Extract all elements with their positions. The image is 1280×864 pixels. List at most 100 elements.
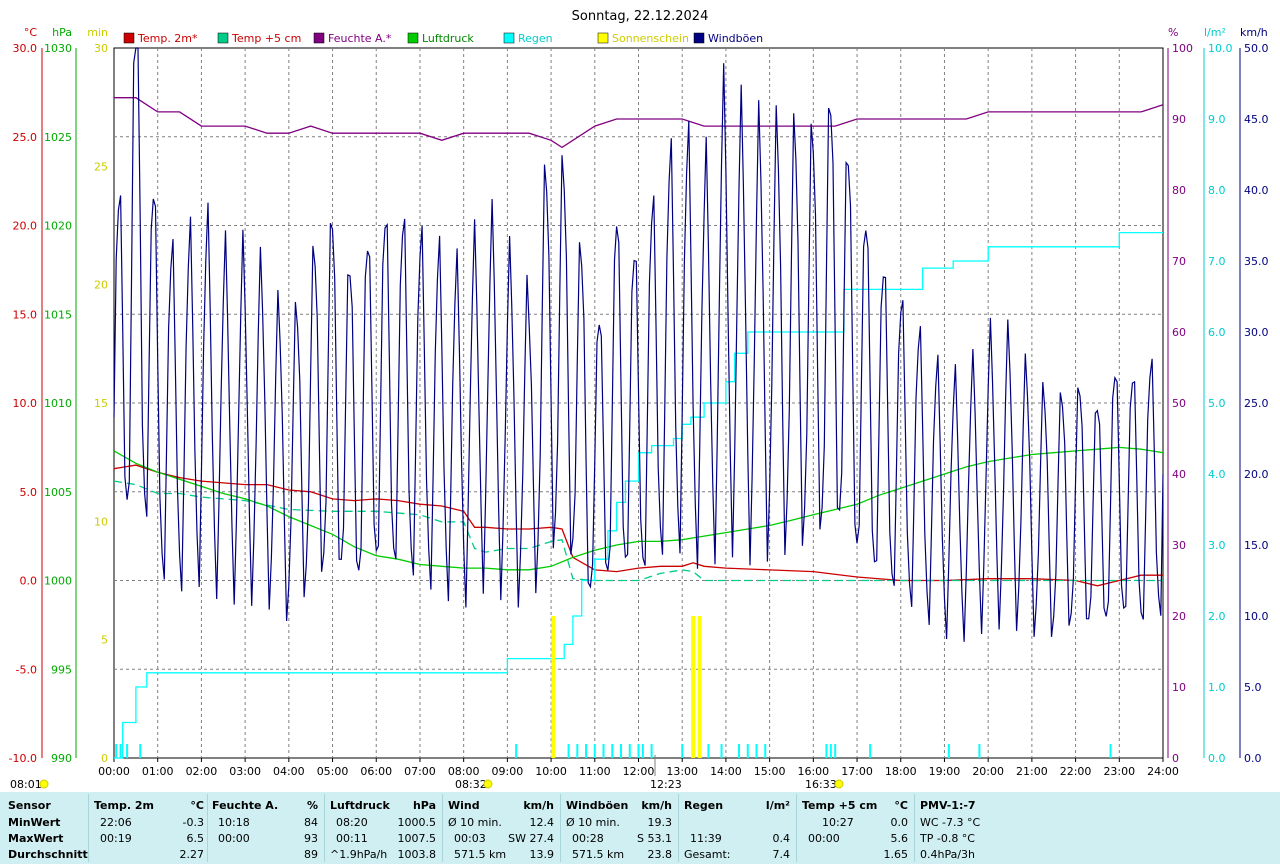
separator — [207, 794, 208, 862]
rain-tick-label: 5.0 — [1208, 397, 1226, 410]
sun_minutes-tick-label: 0 — [101, 752, 108, 765]
temp2m-max-value: 6.5 — [186, 832, 205, 845]
rain-tick — [119, 744, 122, 758]
rain-unit: l/m² — [765, 799, 790, 812]
temp2m-max-time: 00:19 — [100, 832, 132, 845]
summary-table: Sensor MinWert MaxWert Durchschnitt Temp… — [0, 792, 1280, 864]
wind-tick-label: 10.0 — [1244, 610, 1269, 623]
max-row-label: MaxWert — [8, 832, 64, 845]
noon-time: 12:23 — [650, 778, 682, 791]
humidity-unit: % — [306, 799, 318, 812]
x-tick-label: 11:00 — [579, 765, 611, 778]
temp5-min-time: 10:27 — [822, 816, 854, 829]
rain-tick — [602, 744, 605, 758]
rain-tick-label: 3.0 — [1208, 539, 1226, 552]
sunset-icon — [834, 779, 844, 789]
rain-tick — [567, 744, 570, 758]
x-tick-label: 19:00 — [929, 765, 961, 778]
wind-tick-label: 50.0 — [1244, 42, 1269, 55]
sun_minutes-tick-label: 15 — [94, 397, 108, 410]
humidity-tick-label: 10 — [1172, 681, 1186, 694]
wind-avg-value: 13.9 — [529, 848, 555, 861]
legend-label: Luftdruck — [422, 32, 474, 45]
pressure-tick-label: 1020 — [44, 220, 72, 233]
rain-tick — [720, 744, 723, 758]
pressure-min-value: 1000.5 — [397, 816, 437, 829]
rain-tick-label: 2.0 — [1208, 610, 1226, 623]
wind-min-value: 12.4 — [529, 816, 555, 829]
temp-tick-label: 15.0 — [13, 308, 38, 321]
pressure-max-time: 00:11 — [336, 832, 368, 845]
temp-tick-label: -10.0 — [9, 752, 37, 765]
gusts-min-time: Ø 10 min. — [566, 816, 620, 829]
separator — [914, 794, 915, 862]
separator — [324, 794, 325, 862]
x-tick-label: 06:00 — [360, 765, 392, 778]
gusts-header: Windböen — [566, 799, 629, 812]
rain-tick — [755, 744, 758, 758]
rain-tick — [1109, 744, 1112, 758]
pmv-windchill: WC -7.3 °C — [920, 816, 981, 829]
sun_minutes-tick-label: 5 — [101, 634, 108, 647]
pmv-header: PMV-1:-7 — [920, 799, 976, 812]
legend-swatch — [217, 32, 229, 44]
sunshine-bar — [691, 616, 696, 758]
rain-start-time: 08:32 — [455, 778, 487, 791]
humidity-tick-label: 50 — [1172, 397, 1186, 410]
separator — [88, 794, 89, 862]
x-tick-label: 07:00 — [404, 765, 436, 778]
temp-tick-label: 30.0 — [13, 42, 38, 55]
x-tick-label: 18:00 — [885, 765, 917, 778]
wind-distance: 571.5 km — [454, 848, 507, 861]
humidity-tick-label: 40 — [1172, 468, 1186, 481]
legend-label: Feuchte A.* — [328, 32, 392, 45]
sunrise-time: 08:01 — [10, 778, 42, 791]
rain-tick-label: 1.0 — [1208, 681, 1226, 694]
rain-tick — [139, 744, 142, 758]
humidity-tick-label: 70 — [1172, 255, 1186, 268]
rain-tick-label: 7.0 — [1208, 255, 1226, 268]
x-tick-label: 20:00 — [972, 765, 1004, 778]
rain-total-label: Gesamt: — [684, 848, 731, 861]
temp-tick-label: 10.0 — [13, 397, 38, 410]
temp5-min-value: 0.0 — [890, 816, 909, 829]
rain-max-time: 11:39 — [690, 832, 722, 845]
pressure-max-value: 1007.5 — [397, 832, 437, 845]
pressure-tick-label: 1025 — [44, 131, 72, 144]
rain-tick-label: 9.0 — [1208, 113, 1226, 126]
legend-label: Regen — [518, 32, 553, 45]
x-tick-label: 21:00 — [1016, 765, 1048, 778]
sunshine-bar — [551, 616, 556, 758]
rain-tick — [869, 744, 872, 758]
x-tick-label: 13:00 — [666, 765, 698, 778]
legend-swatch — [313, 32, 325, 44]
pressure-tick-label: 1005 — [44, 486, 72, 499]
pressure-tick-label: 1000 — [44, 575, 72, 588]
wind-tick-label: 45.0 — [1244, 113, 1269, 126]
sensor-header: Sensor — [8, 799, 51, 812]
sun_minutes-tick-label: 30 — [94, 42, 108, 55]
legend-swatch — [503, 32, 515, 44]
x-tick-label: 08:00 — [448, 765, 480, 778]
separator — [796, 794, 797, 862]
rain-tick — [834, 744, 837, 758]
wind-tick-label: 35.0 — [1244, 255, 1269, 268]
x-tick-label: 09:00 — [492, 765, 524, 778]
humidity-header: Feuchte A. — [212, 799, 279, 812]
humidity-max-value: 93 — [304, 832, 318, 845]
pressure-tick-label: 990 — [51, 752, 72, 765]
gusts-min-value: 19.3 — [647, 816, 673, 829]
rain-tick — [746, 744, 749, 758]
rain-tick-label: 6.0 — [1208, 326, 1226, 339]
humidity-min-value: 84 — [304, 816, 318, 829]
gusts-unit: km/h — [641, 799, 672, 812]
temp5-max-value: 5.6 — [890, 832, 909, 845]
rain-tick — [978, 744, 981, 758]
wind-tick-label: 20.0 — [1244, 468, 1269, 481]
weather-chart: Sonntag, 22.12.2024 00:00 01:00 02:00 03:00 0… — [9, 9, 1269, 791]
temp-unit-label: °C — [24, 26, 38, 39]
humidity-tick-label: 30 — [1172, 539, 1186, 552]
gusts-max-value: S 53.1 — [637, 832, 672, 845]
sunrise-icon — [39, 779, 49, 789]
temp2m-min-value: -0.3 — [182, 816, 204, 829]
